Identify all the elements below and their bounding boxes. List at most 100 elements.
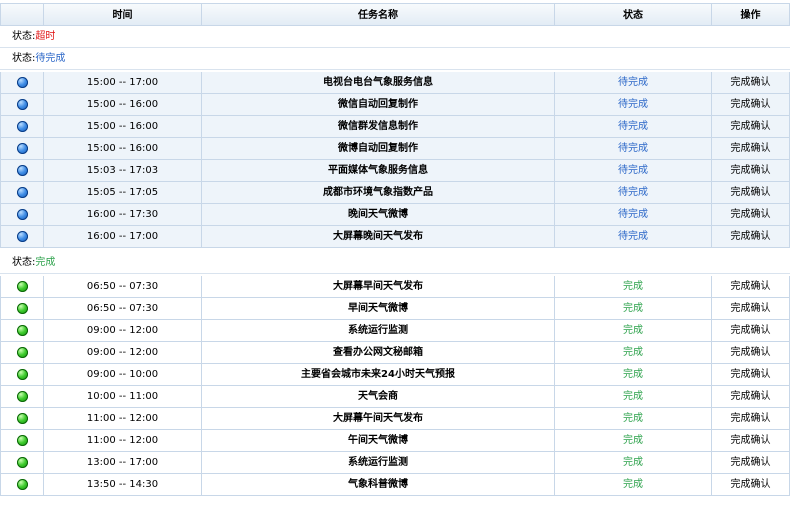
header-action: 操作 [712,4,790,27]
task-name-cell: 成都市环境气象指数产品 [202,182,555,204]
table-row: 09:00 -- 12:00 查看办公网文秘邮箱 完成 完成确认 [0,342,790,364]
time-cell: 15:00 -- 17:00 [44,72,202,94]
table-row: 06:50 -- 07:30 大屏幕早间天气发布 完成 完成确认 [0,276,790,298]
status-cell: 完成 [555,452,712,474]
status-cell: 完成 [555,474,712,496]
blue-circle-icon [16,98,28,110]
blue-circle-icon [16,120,28,132]
green-circle-icon [16,456,28,468]
confirm-button[interactable]: 完成确认 [712,138,790,160]
green-circle-icon [16,280,28,292]
status-cell: 完成 [555,342,712,364]
time-cell: 16:00 -- 17:30 [44,204,202,226]
status-cell: 待完成 [555,138,712,160]
task-name-cell: 平面媒体气象服务信息 [202,160,555,182]
blue-circle-icon [16,230,28,242]
time-cell: 15:05 -- 17:05 [44,182,202,204]
confirm-button[interactable]: 完成确认 [712,474,790,496]
confirm-button[interactable]: 完成确认 [712,298,790,320]
task-name-cell: 大屏幕早间天气发布 [202,276,555,298]
confirm-button[interactable]: 完成确认 [712,182,790,204]
time-cell: 13:50 -- 14:30 [44,474,202,496]
table-row: 10:00 -- 11:00 天气会商 完成 完成确认 [0,386,790,408]
status-cell: 完成 [555,430,712,452]
status-cell: 待完成 [555,72,712,94]
group-label-prefix: 状态: [12,31,36,42]
time-cell: 15:00 -- 16:00 [44,138,202,160]
task-name-cell: 微信群发信息制作 [202,116,555,138]
confirm-button[interactable]: 完成确认 [712,430,790,452]
table-row: 11:00 -- 12:00 午间天气微博 完成 完成确认 [0,430,790,452]
status-cell: 待完成 [555,116,712,138]
confirm-button[interactable]: 完成确认 [712,386,790,408]
green-circle-icon [16,390,28,402]
group-label-done: 状态:完成 [0,252,790,274]
table-row: 06:50 -- 07:30 早间天气微博 完成 完成确认 [0,298,790,320]
task-name-cell: 查看办公网文秘邮箱 [202,342,555,364]
task-name-cell: 早间天气微博 [202,298,555,320]
group-label-value: 超时 [35,31,56,42]
time-cell: 15:00 -- 16:00 [44,116,202,138]
status-cell: 完成 [555,364,712,386]
table-header: 时间 任务名称 状态 操作 [0,3,790,27]
time-cell: 06:50 -- 07:30 [44,276,202,298]
time-cell: 16:00 -- 17:00 [44,226,202,248]
status-cell: 完成 [555,386,712,408]
green-circle-icon [16,302,28,314]
time-cell: 06:50 -- 07:30 [44,298,202,320]
status-cell: 待完成 [555,160,712,182]
confirm-button[interactable]: 完成确认 [712,226,790,248]
table-row: 13:00 -- 17:00 系统运行监测 完成 完成确认 [0,452,790,474]
green-circle-icon [16,346,28,358]
status-cell: 完成 [555,320,712,342]
green-circle-icon [16,434,28,446]
status-cell: 待完成 [555,182,712,204]
confirm-button[interactable]: 完成确认 [712,342,790,364]
header-icon-col [0,4,44,27]
time-cell: 10:00 -- 11:00 [44,386,202,408]
status-cell: 待完成 [555,94,712,116]
blue-circle-icon [16,142,28,154]
green-circle-icon [16,478,28,490]
blue-circle-icon [16,186,28,198]
table-row: 11:00 -- 12:00 大屏幕午间天气发布 完成 完成确认 [0,408,790,430]
time-cell: 11:00 -- 12:00 [44,408,202,430]
time-cell: 09:00 -- 12:00 [44,320,202,342]
green-circle-icon [16,412,28,424]
table-row: 16:00 -- 17:30 晚间天气微博 待完成 完成确认 [0,204,790,226]
status-cell: 完成 [555,276,712,298]
task-name-cell: 气象科普微博 [202,474,555,496]
task-name-cell: 天气会商 [202,386,555,408]
time-cell: 11:00 -- 12:00 [44,430,202,452]
table-row: 15:00 -- 16:00 微博自动回复制作 待完成 完成确认 [0,138,790,160]
confirm-button[interactable]: 完成确认 [712,320,790,342]
confirm-button[interactable]: 完成确认 [712,364,790,386]
green-circle-icon [16,368,28,380]
time-cell: 09:00 -- 10:00 [44,364,202,386]
task-name-cell: 晚间天气微博 [202,204,555,226]
green-circle-icon [16,324,28,336]
confirm-button[interactable]: 完成确认 [712,452,790,474]
task-name-cell: 微博自动回复制作 [202,138,555,160]
group-label-prefix: 状态: [12,257,36,268]
confirm-button[interactable]: 完成确认 [712,408,790,430]
blue-circle-icon [16,208,28,220]
group-label-timeout: 状态:超时 [0,26,790,48]
confirm-button[interactable]: 完成确认 [712,94,790,116]
time-cell: 13:00 -- 17:00 [44,452,202,474]
table-row: 15:05 -- 17:05 成都市环境气象指数产品 待完成 完成确认 [0,182,790,204]
task-name-cell: 大屏幕午间天气发布 [202,408,555,430]
task-name-cell: 午间天气微博 [202,430,555,452]
confirm-button[interactable]: 完成确认 [712,72,790,94]
header-task-name: 任务名称 [202,4,555,27]
confirm-button[interactable]: 完成确认 [712,160,790,182]
group-label-prefix: 状态: [12,53,36,64]
task-name-cell: 大屏幕晚间天气发布 [202,226,555,248]
group-label-pending: 状态:待完成 [0,48,790,70]
table-row: 09:00 -- 12:00 系统运行监测 完成 完成确认 [0,320,790,342]
header-time: 时间 [44,4,202,27]
confirm-button[interactable]: 完成确认 [712,116,790,138]
confirm-button[interactable]: 完成确认 [712,276,790,298]
confirm-button[interactable]: 完成确认 [712,204,790,226]
blue-circle-icon [16,164,28,176]
